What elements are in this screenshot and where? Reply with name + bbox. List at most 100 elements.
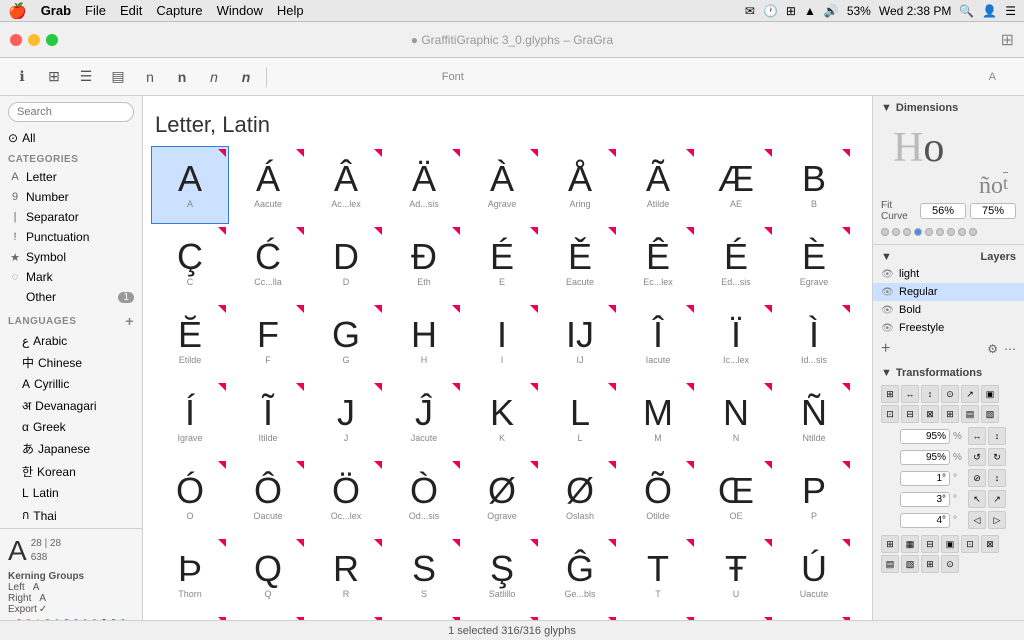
preview2-button[interactable]: n <box>168 64 196 90</box>
transform-bottom-9[interactable]: ⊞ <box>921 555 939 573</box>
transform-icon-3[interactable]: ↕ <box>921 385 939 403</box>
layer-settings-button[interactable]: ⚙ <box>987 342 998 356</box>
y-scale-input[interactable] <box>900 450 950 465</box>
transform-icon-4[interactable]: ⊙ <box>941 385 959 403</box>
layer-bold[interactable]: 👁 Bold <box>873 301 1024 319</box>
fit-curve-val1[interactable]: 56% <box>920 203 966 219</box>
glyph-cell-AE[interactable]: Æ AE <box>697 146 775 224</box>
minimize-button[interactable] <box>28 34 40 46</box>
glyph-cell-X[interactable]: X X <box>775 614 853 620</box>
dot-5[interactable] <box>925 228 933 236</box>
transform-icon-11[interactable]: ▤ <box>961 405 979 423</box>
x-scale-input[interactable] <box>900 429 950 444</box>
glyph-cell-H[interactable]: H H <box>385 302 463 380</box>
glyph-cell-Atilde[interactable]: Ã Atilde <box>619 146 697 224</box>
menu-help[interactable]: Help <box>277 3 304 18</box>
glyph-cell-Igrave[interactable]: Í Igrave <box>151 380 229 458</box>
transform-icon-7[interactable]: ⊡ <box>881 405 899 423</box>
glyph-cell-Agrave[interactable]: À Agrave <box>463 146 541 224</box>
transform-bottom-2[interactable]: ▦ <box>901 535 919 553</box>
glyph-cell-Ge...bls[interactable]: Ĝ Ge...bls <box>541 536 619 614</box>
layer-light[interactable]: 👁 light <box>873 265 1024 283</box>
sidebar-item-letter[interactable]: A Letter <box>0 167 142 187</box>
dot-1[interactable] <box>881 228 889 236</box>
y-scale-btn2[interactable]: ↻ <box>988 448 1006 466</box>
transform-bottom-3[interactable]: ⊟ <box>921 535 939 553</box>
detail-view-button[interactable]: ▤ <box>104 64 132 90</box>
info-button[interactable]: ℹ <box>8 64 36 90</box>
transform-bottom-8[interactable]: ▧ <box>901 555 919 573</box>
grid-view-button[interactable]: ⊞ <box>40 64 68 90</box>
dot-8[interactable] <box>958 228 966 236</box>
glyph-cell-Aacute[interactable]: Á Aacute <box>229 146 307 224</box>
rotate1-btn1[interactable]: ⊘ <box>968 469 986 487</box>
glyph-cell-Ntilde[interactable]: Ñ Ntilde <box>775 380 853 458</box>
glyph-cell-Aring[interactable]: Å Aring <box>541 146 619 224</box>
glyph-cell-Oc...lex[interactable]: Ö Oc...lex <box>307 458 385 536</box>
transform-icon-8[interactable]: ⊟ <box>901 405 919 423</box>
list-view-button[interactable]: ☰ <box>72 64 100 90</box>
preview3-button[interactable]: n <box>200 64 228 90</box>
glyph-cell-Thorn[interactable]: Þ Thorn <box>151 536 229 614</box>
glyph-cell-E[interactable]: É E <box>463 224 541 302</box>
transform-icon-1[interactable]: ⊞ <box>881 385 899 403</box>
sidebar-item-latin[interactable]: L Latin <box>0 483 142 503</box>
transform-bottom-4[interactable]: ▣ <box>941 535 959 553</box>
glyph-cell-Etilde[interactable]: Ĕ Etilde <box>151 302 229 380</box>
glyph-cell-P[interactable]: P P <box>775 458 853 536</box>
transform-icon-5[interactable]: ↗ <box>961 385 979 403</box>
glyph-cell-IJ[interactable]: IJ IJ <box>541 302 619 380</box>
glyph-cell-J[interactable]: J J <box>307 380 385 458</box>
glyph-cell-Jacute[interactable]: Ĵ Jacute <box>385 380 463 458</box>
glyph-cell-Ad...sis[interactable]: Ä Ad...sis <box>385 146 463 224</box>
apple-menu[interactable]: 🍎 <box>8 2 27 20</box>
close-button[interactable] <box>10 34 22 46</box>
rotate2-btn1[interactable]: ↖ <box>968 490 986 508</box>
sidebar-item-greek[interactable]: α Greek <box>0 417 142 437</box>
glyph-cell-O[interactable]: Ó O <box>151 458 229 536</box>
add-language-button[interactable]: + <box>125 313 134 329</box>
sidebar-item-thai[interactable]: ก Thai <box>0 503 142 528</box>
layer-regular[interactable]: 👁 Regular <box>873 283 1024 301</box>
sidebar-item-korean[interactable]: 한 Korean <box>0 460 142 483</box>
rotate2-btn2[interactable]: ↗ <box>988 490 1006 508</box>
glyph-cell-U[interactable]: Ŧ U <box>697 536 775 614</box>
glyph-cell-G[interactable]: G G <box>307 302 385 380</box>
x-scale-btn2[interactable]: ↕ <box>988 427 1006 445</box>
glyph-cell-Eacute[interactable]: Ě Eacute <box>541 224 619 302</box>
glyph-cell-Iacute[interactable]: Î Iacute <box>619 302 697 380</box>
transform-bottom-10[interactable]: ⊙ <box>941 555 959 573</box>
glyph-cell-L[interactable]: L L <box>541 380 619 458</box>
transform-icon-2[interactable]: ↔ <box>901 385 919 403</box>
glyph-cell-A[interactable]: A A <box>151 146 229 224</box>
rotate1-input[interactable] <box>900 471 950 486</box>
glyph-cell-W[interactable]: W W <box>385 614 463 620</box>
y-scale-btn1[interactable]: ↺ <box>968 448 986 466</box>
search-input[interactable] <box>8 102 134 122</box>
glyph-cell-Wgrave[interactable]: Ŵ Wgrave <box>697 614 775 620</box>
glyph-cell-Ec...lex[interactable]: Ê Ec...lex <box>619 224 697 302</box>
dot-2[interactable] <box>892 228 900 236</box>
sidebar-item-separator[interactable]: | Separator <box>0 207 142 227</box>
glyph-cell-W...sis[interactable]: Ẅ W...sis <box>619 614 697 620</box>
transform-bottom-7[interactable]: ▤ <box>881 555 899 573</box>
user-icon[interactable]: 👤 <box>982 4 997 18</box>
glyph-cell-Oacute[interactable]: Ô Oacute <box>229 458 307 536</box>
glyph-cell-Ograve[interactable]: Ø Ograve <box>463 458 541 536</box>
menu-icon[interactable]: ☰ <box>1005 4 1016 18</box>
dot-6[interactable] <box>936 228 944 236</box>
glyph-cell-Ed...sis[interactable]: É Ed...sis <box>697 224 775 302</box>
menu-edit[interactable]: Edit <box>120 3 142 18</box>
sidebar-item-punctuation[interactable]: ! Punctuation <box>0 227 142 247</box>
glyph-cell-Uc...lex[interactable]: Ü Uc...lex <box>151 614 229 620</box>
dot-3[interactable] <box>903 228 911 236</box>
menu-window[interactable]: Window <box>217 3 263 18</box>
glyph-cell-Ac...lex[interactable]: Â Ac...lex <box>307 146 385 224</box>
layer-options-button[interactable]: ⋯ <box>1004 342 1016 356</box>
glyph-cell-I[interactable]: I I <box>463 302 541 380</box>
transform-icon-6[interactable]: ▣ <box>981 385 999 403</box>
sidebar-item-devanagari[interactable]: अ Devanagari <box>0 394 142 417</box>
sidebar-toggle-button[interactable]: ⊞ <box>1001 30 1014 50</box>
dot-9[interactable] <box>969 228 977 236</box>
sidebar-item-number[interactable]: 9 Number <box>0 187 142 207</box>
